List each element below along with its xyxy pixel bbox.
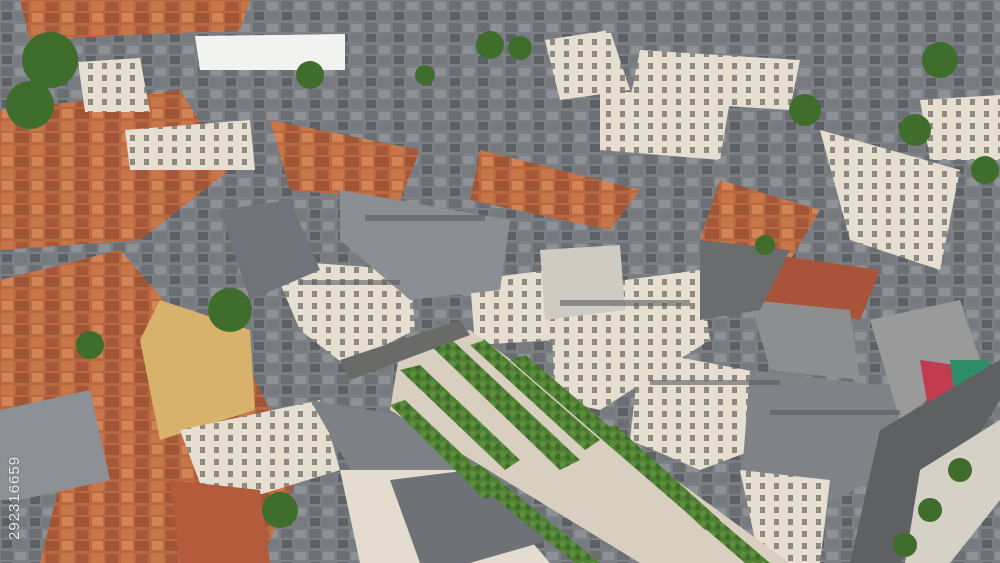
aerial-city-photo	[0, 0, 1000, 563]
stock-photo-id-watermark: 292316659	[6, 455, 23, 540]
